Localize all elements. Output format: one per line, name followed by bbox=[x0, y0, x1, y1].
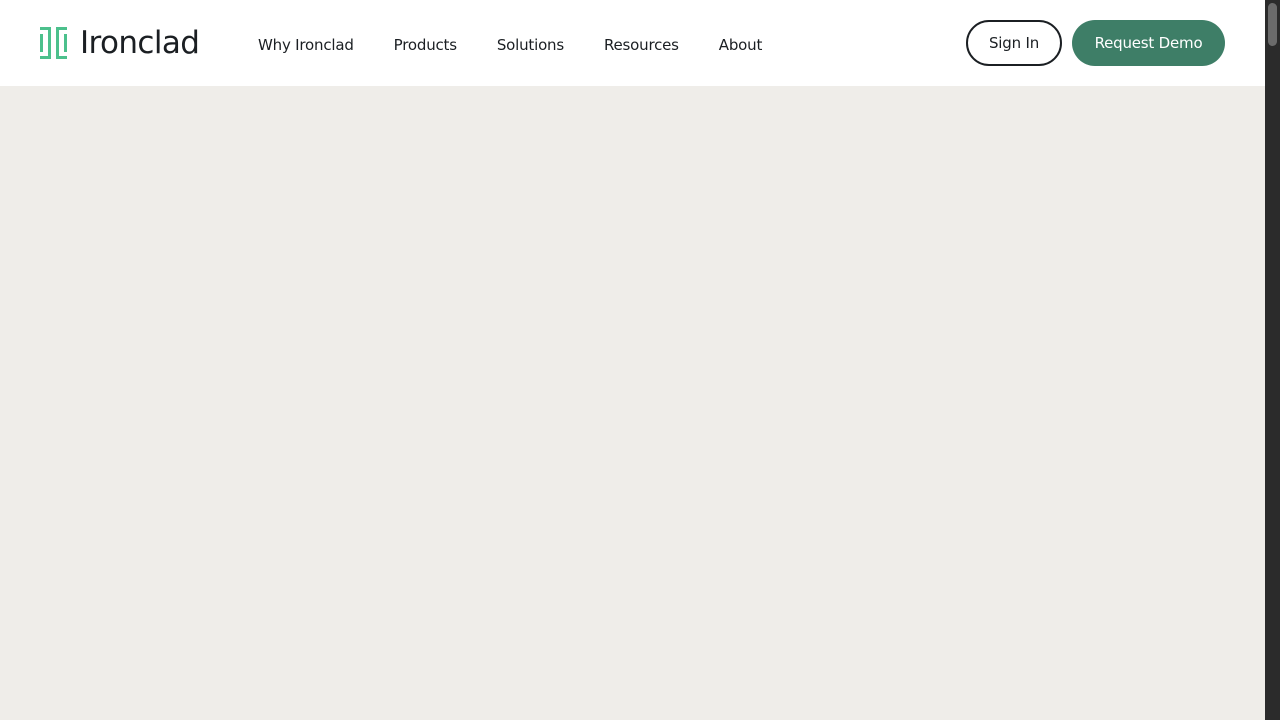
ironclad-logo-icon bbox=[40, 27, 67, 59]
home-logo-link[interactable]: Ironclad bbox=[40, 25, 200, 61]
nav-item-resources[interactable]: Resources bbox=[604, 34, 679, 56]
nav-item-solutions[interactable]: Solutions bbox=[497, 34, 564, 56]
brand-name: Ironclad bbox=[80, 25, 200, 61]
browser-page: Ironclad Why Ironclad Products Solutions… bbox=[0, 0, 1280, 720]
nav-item-products[interactable]: Products bbox=[394, 34, 457, 56]
scrollbar-thumb[interactable] bbox=[1268, 3, 1277, 46]
main-nav: Why Ironclad Products Solutions Resource… bbox=[258, 34, 762, 56]
viewport: Ironclad Why Ironclad Products Solutions… bbox=[0, 0, 1265, 720]
nav-item-why-ironclad[interactable]: Why Ironclad bbox=[258, 34, 354, 56]
request-demo-button[interactable]: Request Demo bbox=[1072, 20, 1225, 66]
main-content-area bbox=[0, 86, 1265, 720]
vertical-scrollbar[interactable] bbox=[1265, 0, 1280, 720]
nav-item-about[interactable]: About bbox=[719, 34, 763, 56]
sign-in-button[interactable]: Sign In bbox=[966, 20, 1062, 66]
site-header: Ironclad Why Ironclad Products Solutions… bbox=[0, 0, 1265, 86]
